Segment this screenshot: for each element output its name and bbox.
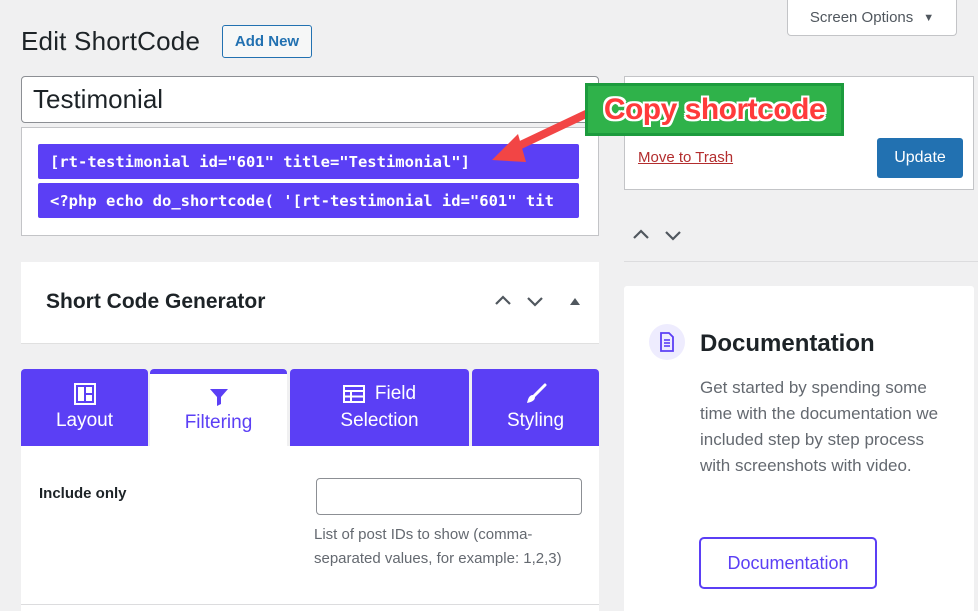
include-only-help-text: List of post IDs to show (comma-separate… xyxy=(314,526,562,567)
tab-label: Filtering xyxy=(184,411,253,433)
short-code-generator-panel: Short Code Generator Layout Filtering Fi… xyxy=(21,262,599,611)
table-icon xyxy=(342,385,365,403)
generator-tabs-area: Layout Filtering Field Selection Styling… xyxy=(21,344,599,611)
filtering-content-panel: Include only List of post IDs to show (c… xyxy=(21,446,599,611)
funnel-icon xyxy=(209,388,228,406)
brush-icon xyxy=(526,383,546,403)
chevron-up-icon[interactable] xyxy=(494,292,512,310)
generator-controls xyxy=(494,292,580,310)
page-title: Edit ShortCode xyxy=(21,26,201,56)
collapse-toggle-icon[interactable] xyxy=(570,297,580,305)
update-button[interactable]: Update xyxy=(877,138,963,178)
chevron-up-icon[interactable] xyxy=(632,226,650,244)
documentation-box: Documentation Get started by spending so… xyxy=(624,286,974,611)
screen-options-label: Screen Options xyxy=(809,9,914,26)
chevron-down-icon[interactable] xyxy=(664,226,682,244)
tab-field-selection[interactable]: Field Selection xyxy=(290,369,469,446)
document-icon xyxy=(649,324,685,360)
screen-options-button[interactable]: Screen Options ▼ xyxy=(787,0,957,36)
generator-header: Short Code Generator xyxy=(21,262,599,344)
documentation-text: Get started by spending some time with t… xyxy=(700,378,939,475)
documentation-button[interactable]: Documentation xyxy=(699,537,877,589)
arrow-icon xyxy=(492,110,590,162)
callout-text: Copy shortcode xyxy=(603,92,826,126)
generator-title: Short Code Generator xyxy=(46,290,266,313)
include-only-label: Include only xyxy=(39,485,127,502)
add-new-button[interactable]: Add New xyxy=(222,25,312,58)
include-only-input[interactable] xyxy=(316,478,582,515)
move-to-trash-link[interactable]: Move to Trash xyxy=(638,149,733,166)
tab-label-line1: Field xyxy=(374,383,417,404)
php-shortcode-line[interactable]: <?php echo do_shortcode( '[rt-testimonia… xyxy=(38,183,579,218)
layout-icon xyxy=(73,383,96,405)
documentation-title: Documentation xyxy=(700,330,875,357)
tab-label-line2: Selection xyxy=(340,410,419,431)
chevron-down-icon[interactable] xyxy=(526,292,544,310)
sidebar-order-controls xyxy=(632,226,682,244)
caret-down-icon: ▼ xyxy=(923,11,935,24)
row-divider xyxy=(21,604,599,605)
tab-styling[interactable]: Styling xyxy=(472,369,599,446)
tab-layout[interactable]: Layout xyxy=(21,369,148,446)
tab-label: Styling xyxy=(506,410,565,431)
copy-shortcode-callout: Copy shortcode xyxy=(585,83,844,136)
tab-label: Layout xyxy=(55,410,114,431)
sidebar-divider xyxy=(624,261,978,262)
tab-filtering[interactable]: Filtering xyxy=(150,369,287,446)
